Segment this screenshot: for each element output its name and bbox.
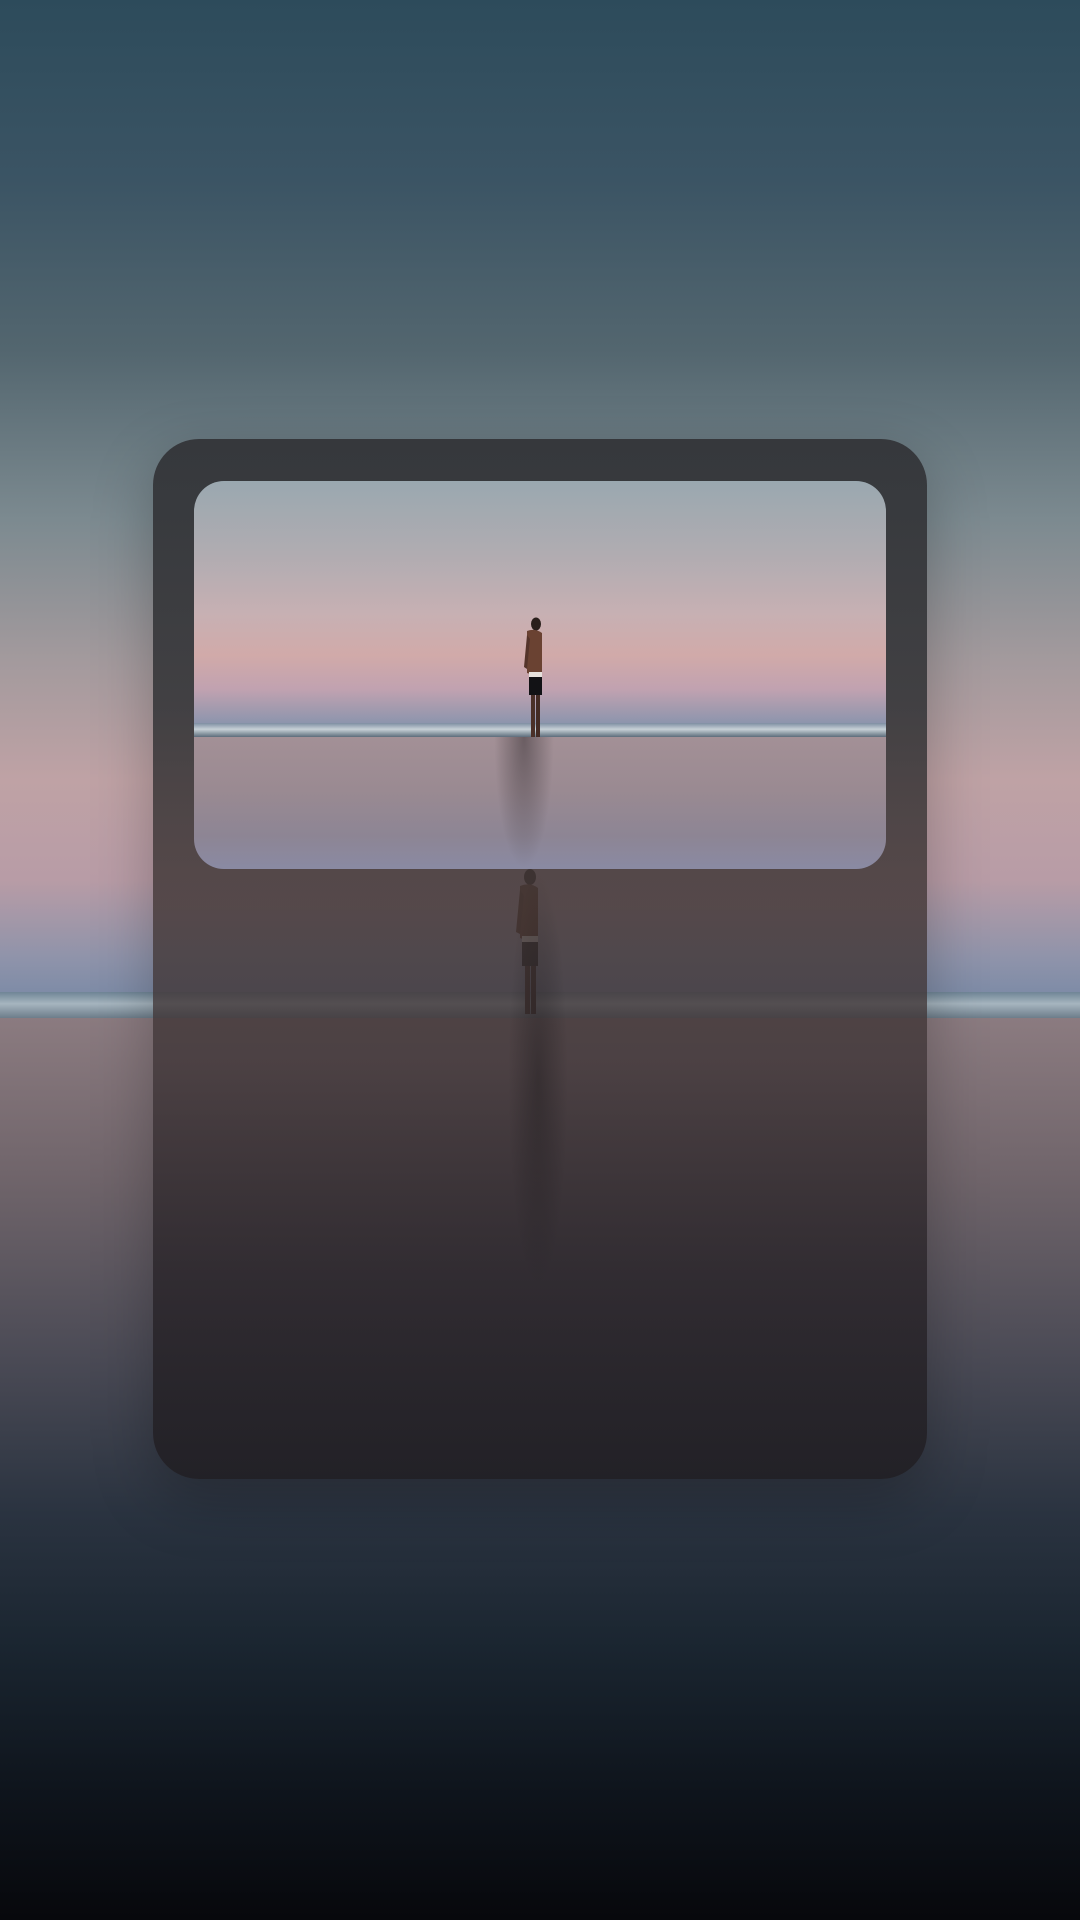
widget-photo[interactable] bbox=[194, 481, 886, 869]
photo-person-figure bbox=[524, 617, 542, 737]
card-blurred-reflection bbox=[508, 869, 568, 1289]
photo-person-reflection bbox=[494, 737, 554, 869]
home-screen bbox=[0, 0, 1080, 1920]
